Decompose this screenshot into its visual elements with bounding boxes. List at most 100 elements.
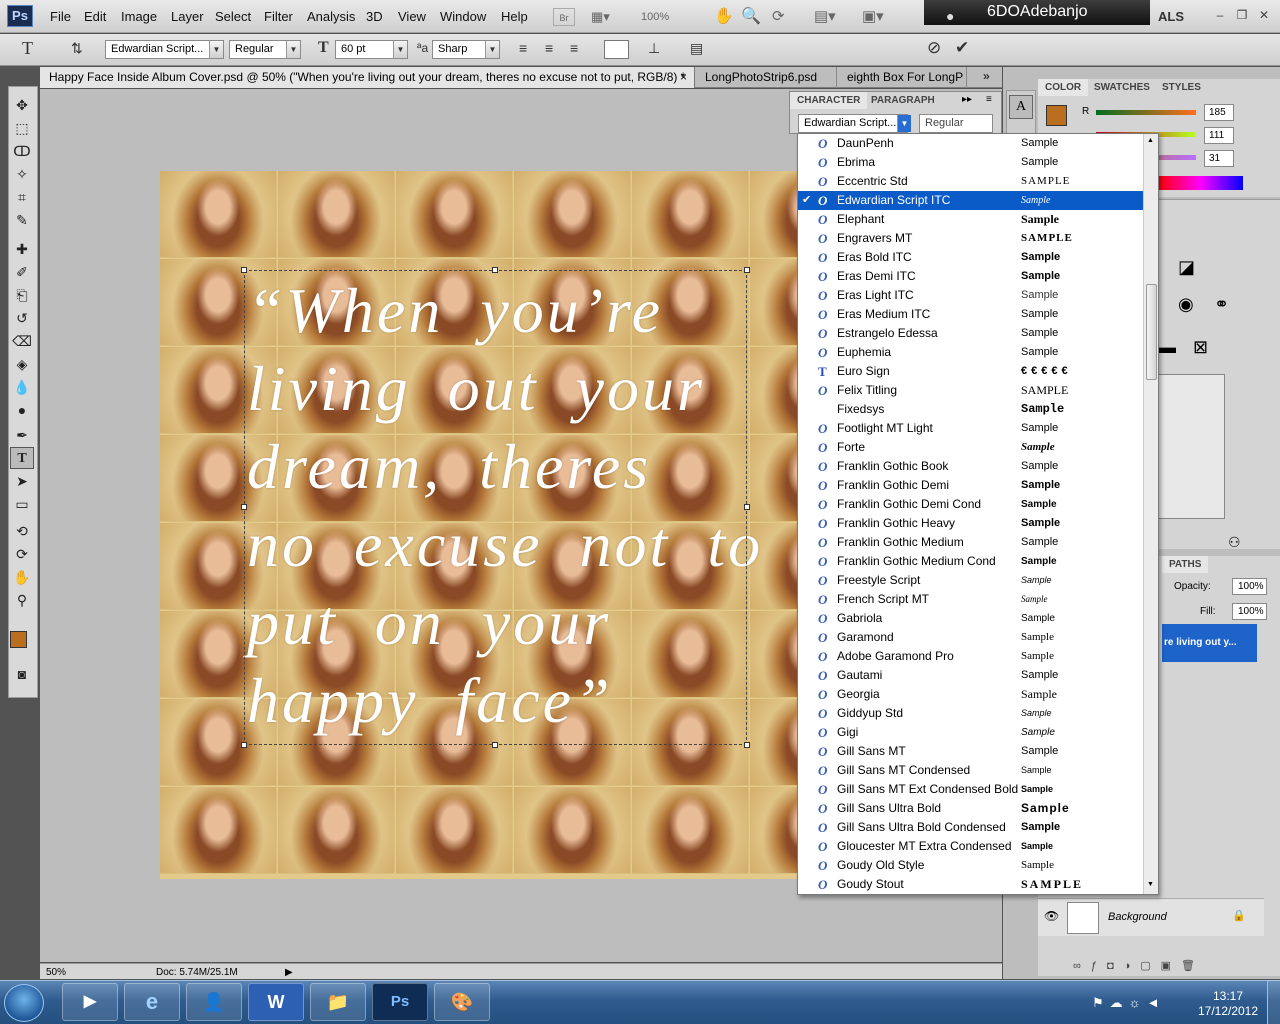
cancel-icon[interactable]: ⊘ — [927, 38, 941, 58]
start-button[interactable] — [4, 984, 44, 1022]
history-brush-tool-icon[interactable]: ↺ — [10, 307, 34, 329]
font-option[interactable]: O Franklin Gothic Medium Cond Sample — [798, 552, 1143, 571]
font-option[interactable]: O Gill Sans MT Sample — [798, 742, 1143, 761]
clock[interactable]: 13:17 17/12/2012 — [1196, 989, 1260, 1019]
font-option[interactable]: O Forte Sample — [798, 438, 1143, 457]
menu-view[interactable]: View — [398, 9, 426, 24]
more-tabs-icon[interactable]: » — [983, 69, 990, 83]
font-option[interactable]: O Franklin Gothic Medium Sample — [798, 533, 1143, 552]
tab-styles[interactable]: STYLES — [1155, 79, 1208, 96]
type-tool-preset-icon[interactable]: T — [22, 38, 33, 59]
tab-close-icon[interactable]: × — [680, 67, 687, 87]
levels-icon[interactable]: ◪ — [1178, 257, 1195, 278]
font-option[interactable]: O Elephant Sample — [798, 210, 1143, 229]
font-option[interactable]: O Georgia Sample — [798, 685, 1143, 704]
align-left-icon[interactable]: ≡ — [519, 40, 527, 56]
menu-analysis[interactable]: Analysis — [307, 9, 355, 24]
scroll-up-icon[interactable]: ▲ — [1147, 137, 1154, 144]
transform-handle[interactable] — [241, 504, 247, 510]
font-option[interactable]: O Gabriola Sample — [798, 609, 1143, 628]
menu-filter[interactable]: Filter — [264, 9, 293, 24]
folder-icon[interactable]: 📁 — [310, 983, 366, 1021]
type-tool-icon[interactable]: T — [10, 447, 34, 469]
font-option[interactable]: O Goudy Old Style Sample — [798, 856, 1143, 875]
font-option[interactable]: O Goudy Stout SAMPLE — [798, 875, 1143, 894]
chevron-down-icon[interactable]: ▼ — [286, 41, 300, 58]
photoshop-taskbar-button[interactable]: Ps — [372, 983, 428, 1021]
blue-value[interactable]: 31 — [1204, 150, 1234, 167]
scroll-down-icon[interactable]: ▼ — [1147, 881, 1154, 888]
zoom-level-field[interactable]: 100% — [641, 8, 669, 26]
foreground-color-swatch[interactable] — [10, 631, 27, 648]
font-option[interactable]: O Euphemia Sample — [798, 343, 1143, 362]
status-menu-arrow-icon[interactable]: ▶ — [285, 965, 293, 980]
presets-list[interactable] — [1158, 374, 1225, 519]
font-option[interactable]: O Eras Light ITC Sample — [798, 286, 1143, 305]
show-desktop-button[interactable] — [1267, 980, 1280, 1024]
green-value[interactable]: 111 — [1204, 127, 1234, 144]
commit-icon[interactable]: ✔ — [955, 38, 969, 58]
tab-long-photo-strip[interactable]: LongPhotoStrip6.psd — [696, 67, 837, 88]
font-option[interactable]: O Freestyle Script Sample — [798, 571, 1143, 590]
fill-field[interactable]: 100% — [1232, 603, 1267, 620]
character-panel-icon[interactable]: A — [1009, 95, 1033, 119]
selective-color-icon[interactable]: ⊠ — [1193, 337, 1208, 358]
font-option[interactable]: O Engravers MT SAMPLE — [798, 229, 1143, 248]
media-player-icon[interactable]: ▶ — [62, 983, 118, 1021]
lasso-tool-icon[interactable]: ↀ — [10, 140, 34, 162]
clone-stamp-tool-icon[interactable]: ⎗ — [10, 284, 34, 306]
transform-handle[interactable] — [492, 742, 498, 748]
minimize-icon[interactable]: – — [1210, 7, 1230, 23]
background-layer-row[interactable]: 👁 Background 🔒 — [1038, 898, 1264, 936]
scrollbar-thumb[interactable] — [1146, 284, 1157, 380]
color-ramp[interactable] — [1158, 176, 1243, 190]
eraser-tool-icon[interactable]: ⌫ — [10, 330, 34, 352]
brush-tool-icon[interactable]: ✐ — [10, 261, 34, 283]
blur-tool-icon[interactable]: 💧 — [10, 376, 34, 398]
red-value[interactable]: 185 — [1204, 104, 1234, 121]
font-option[interactable]: T Euro Sign €€€€€ — [798, 362, 1143, 381]
rotate-view-icon[interactable]: ⟳ — [772, 8, 785, 26]
red-slider[interactable] — [1096, 110, 1196, 115]
character-font-style[interactable]: Regular — [919, 114, 993, 133]
font-option[interactable]: O Gill Sans MT Condensed Sample — [798, 761, 1143, 780]
font-option[interactable]: O Franklin Gothic Book Sample — [798, 457, 1143, 476]
transform-handle[interactable] — [744, 504, 750, 510]
hand-icon[interactable]: ✋ — [714, 8, 734, 26]
opacity-field[interactable]: 100% — [1232, 578, 1267, 595]
eyedropper-tool-icon[interactable]: ✎ — [10, 209, 34, 231]
menu-layer[interactable]: Layer — [171, 9, 204, 24]
font-option[interactable]: O Eccentric Std SAMPLE — [798, 172, 1143, 191]
font-option[interactable]: O Footlight MT Light Sample — [798, 419, 1143, 438]
align-right-icon[interactable]: ≡ — [570, 40, 578, 56]
tab-paragraph[interactable]: PARAGRAPH — [864, 92, 942, 109]
tab-character[interactable]: CHARACTER — [790, 92, 868, 109]
font-dropdown-list[interactable]: O DaunPenh Sample O Ebrima Sample O Eccentric S… — [797, 133, 1159, 895]
font-family-select[interactable]: Edwardian Script... — [105, 40, 224, 59]
chevron-down-icon[interactable]: ▼ — [393, 41, 407, 58]
font-option[interactable]: O Gloucester MT Extra Condensed Sample — [798, 837, 1143, 856]
font-option[interactable]: O Felix Titling SAMPLE — [798, 381, 1143, 400]
path-selection-tool-icon[interactable]: ➤ — [10, 470, 34, 492]
3d-rotate-tool-icon[interactable]: ⟲ — [10, 520, 34, 542]
zoom-icon[interactable]: 🔍 — [741, 8, 761, 26]
menu-window[interactable]: Window — [440, 9, 486, 24]
font-option[interactable]: O Gill Sans MT Ext Condensed Bold Sample — [798, 780, 1143, 799]
system-tray-icons[interactable]: ⚑☁☼◄ — [1092, 995, 1165, 1011]
align-center-icon[interactable]: ≡ — [545, 40, 553, 56]
font-option[interactable]: O DaunPenh Sample — [798, 134, 1143, 153]
chevron-down-icon[interactable]: ▼ — [485, 41, 499, 58]
quick-mask-icon[interactable]: ◙ — [10, 663, 34, 685]
font-option[interactable]: O Franklin Gothic Heavy Sample — [798, 514, 1143, 533]
paint-bucket-tool-icon[interactable]: ◈ — [10, 353, 34, 375]
font-option[interactable]: O Gill Sans Ultra Bold Condensed Sample — [798, 818, 1143, 837]
font-option[interactable]: O Gill Sans Ultra Bold Sample — [798, 799, 1143, 818]
workspace-label[interactable]: ALS — [1158, 9, 1184, 24]
menu-select[interactable]: Select — [215, 9, 251, 24]
foreground-color-chip[interactable] — [1046, 105, 1067, 126]
channel-mixer-icon[interactable]: ⚭ — [1214, 294, 1229, 315]
menu-file[interactable]: File — [50, 9, 71, 24]
hand-tool-icon[interactable]: ✋ — [10, 566, 34, 588]
font-option[interactable]: Fixedsys Sample — [798, 400, 1143, 419]
panel-menu-icon[interactable]: ≡ — [986, 94, 992, 105]
